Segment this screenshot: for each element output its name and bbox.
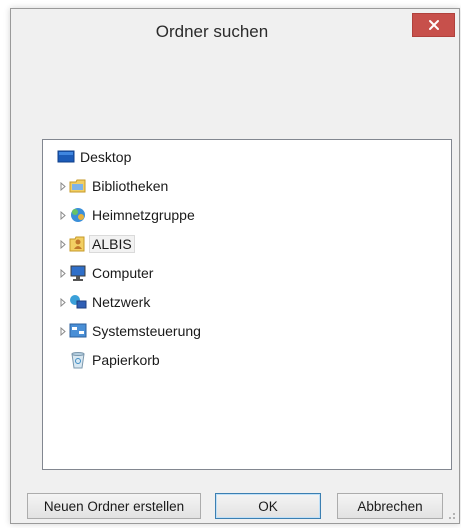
- expand-arrow-icon[interactable]: [57, 320, 69, 342]
- tree-item-label: ALBIS: [89, 235, 135, 253]
- expand-arrow-icon[interactable]: [57, 204, 69, 226]
- tree-item-label: Computer: [92, 265, 154, 281]
- ok-button[interactable]: OK: [215, 493, 321, 519]
- dialog-title: Ordner suchen: [155, 22, 269, 41]
- folder-tree[interactable]: Desktop Bibliotheken Heimnetzgruppe ALBI…: [42, 139, 452, 470]
- control-panel-icon: [69, 322, 87, 340]
- tree-item-heimnetzgruppe[interactable]: Heimnetzgruppe: [57, 204, 195, 226]
- expand-arrow-icon[interactable]: [57, 262, 69, 284]
- libraries-icon: [69, 177, 87, 195]
- recycle-bin-icon: [69, 351, 87, 369]
- tree-item-label: Desktop: [80, 149, 132, 165]
- expand-arrow-icon[interactable]: [57, 291, 69, 313]
- computer-icon: [69, 264, 87, 282]
- resize-grip-icon[interactable]: [446, 510, 456, 520]
- tree-item-label: Bibliotheken: [92, 178, 169, 194]
- new-folder-button[interactable]: Neuen Ordner erstellen: [27, 493, 201, 519]
- folder-browse-dialog: Ordner suchen Desktop Bibliotheken Heimn…: [10, 8, 460, 524]
- tree-item-papierkorb[interactable]: Papierkorb: [69, 349, 160, 371]
- expand-arrow-icon[interactable]: [57, 233, 69, 255]
- tree-item-label: Netzwerk: [92, 294, 151, 310]
- tree-item-albis[interactable]: ALBIS: [57, 233, 135, 255]
- tree-item-desktop[interactable]: Desktop: [57, 146, 131, 168]
- tree-item-netzwerk[interactable]: Netzwerk: [57, 291, 150, 313]
- homegroup-icon: [69, 206, 87, 224]
- tree-item-label: Papierkorb: [92, 352, 160, 368]
- user-folder-icon: [69, 235, 87, 253]
- tree-item-computer[interactable]: Computer: [57, 262, 153, 284]
- close-icon: [428, 20, 439, 30]
- title-bar[interactable]: Ordner suchen: [11, 9, 459, 53]
- network-icon: [69, 293, 87, 311]
- tree-item-label: Heimnetzgruppe: [92, 207, 195, 223]
- tree-item-bibliotheken[interactable]: Bibliotheken: [57, 175, 168, 197]
- desktop-icon: [57, 148, 75, 166]
- expand-arrow-icon[interactable]: [57, 175, 69, 197]
- tree-item-label: Systemsteuerung: [92, 323, 201, 339]
- close-button[interactable]: [412, 13, 455, 37]
- tree-item-systemsteuerung[interactable]: Systemsteuerung: [57, 320, 201, 342]
- cancel-button[interactable]: Abbrechen: [337, 493, 443, 519]
